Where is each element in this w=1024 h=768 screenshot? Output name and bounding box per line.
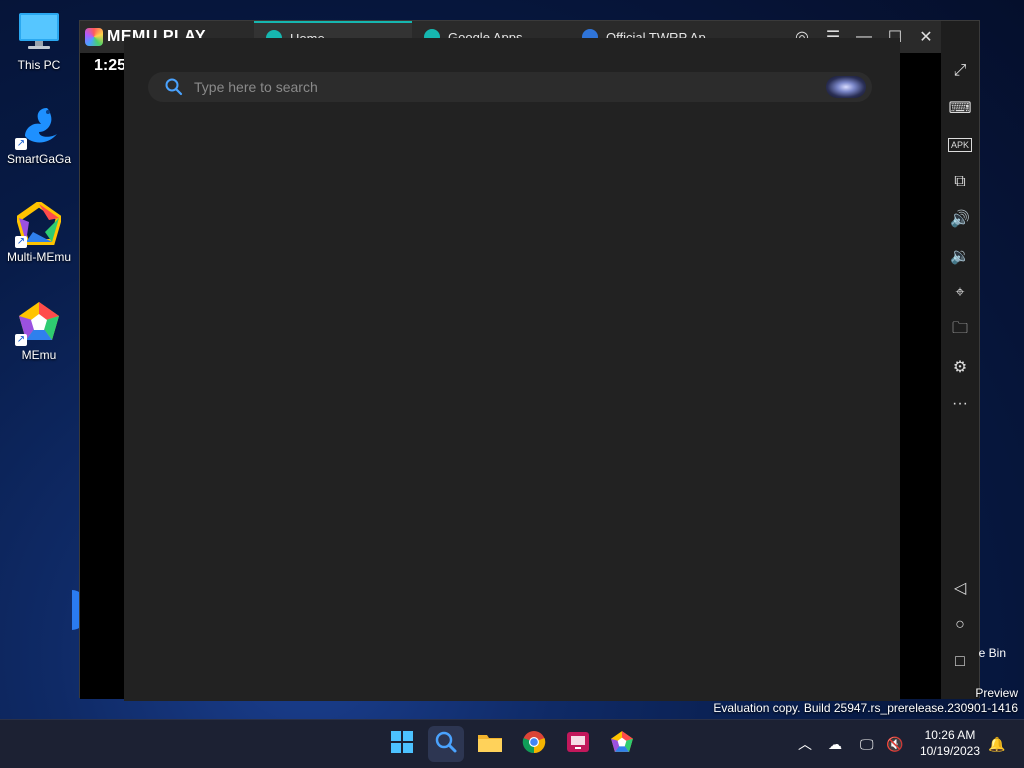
clock-date: 10/19/2023	[919, 744, 980, 758]
home-button[interactable]: ○	[941, 610, 979, 640]
shared-folder-button[interactable]: 🗀	[941, 315, 979, 345]
network-button[interactable]: 🖵	[860, 720, 874, 768]
clock-time: 10:26 AM	[924, 728, 976, 742]
home-circle-icon: ○	[955, 616, 965, 633]
right-toolbar: ⤢ ⌨ APK ⧉ 🔊 🔉 ⌖ 🗀 ⚙ ··· ◁ ○ □	[941, 21, 979, 699]
taskbar-clock[interactable]: 10:26 AM 10/19/2023	[920, 727, 980, 759]
volume-button[interactable]: 🔇	[886, 720, 903, 768]
video-app-icon	[566, 731, 590, 758]
chevron-up-icon: ︿	[798, 736, 812, 752]
desktop-icon-this-pc[interactable]: This PC	[4, 10, 74, 72]
windows-logo-icon	[390, 730, 414, 759]
keyboard-icon: ⌨	[948, 100, 972, 117]
more-dots-icon: ···	[952, 395, 968, 412]
settings-button[interactable]: ⚙	[941, 352, 979, 382]
cloud-icon: ☁	[828, 735, 842, 752]
taskbar: ︿ ☁ 🖵 🔇 10:26 AM 10/19/2023 🔔	[0, 719, 1024, 768]
swan-icon: ↗	[15, 104, 61, 150]
file-explorer-button[interactable]	[472, 726, 508, 762]
taskbar-search-button[interactable]	[428, 726, 464, 762]
start-button[interactable]	[384, 726, 420, 762]
search-icon	[164, 77, 184, 97]
shortcut-arrow-icon: ↗	[15, 236, 27, 248]
chrome-button[interactable]	[516, 726, 552, 762]
chrome-icon	[522, 730, 546, 759]
search-input[interactable]	[192, 78, 826, 96]
recents-button[interactable]: □	[941, 647, 979, 677]
folder-icon: 🗀	[951, 319, 968, 337]
shortcut-arrow-icon: ↗	[15, 334, 27, 346]
multi-memu-icon: ↗	[15, 200, 63, 248]
volume-up-button[interactable]: 🔊	[941, 204, 979, 234]
memu-icon: ↗	[15, 300, 61, 346]
desktop-icon-label: SmartGaGa	[6, 152, 72, 166]
desktop-icon-label: This PC	[17, 58, 61, 72]
keyboard-button[interactable]: ⌨	[941, 93, 979, 123]
search-icon	[434, 730, 458, 759]
back-button[interactable]: ◁	[941, 573, 979, 603]
install-apk-button[interactable]: APK	[941, 130, 979, 160]
desktop-icon-label: MEmu	[21, 348, 57, 362]
bell-icon: 🔔	[988, 735, 1006, 752]
media-app-button[interactable]	[560, 726, 596, 762]
shortcut-arrow-icon: ↗	[15, 138, 27, 150]
desktop-icon-memu[interactable]: ↗ MEmu	[4, 300, 74, 362]
location-button[interactable]: ⌖	[941, 278, 979, 308]
apk-icon: APK	[947, 138, 972, 152]
copy-window-icon: ⧉	[954, 173, 966, 190]
back-triangle-icon: ◁	[953, 580, 967, 597]
desktop-icon-multi-memu[interactable]: ↗ Multi-MEmu	[4, 200, 74, 264]
desktop-icon-smartgaga[interactable]: ↗ SmartGaGa	[4, 104, 74, 166]
monitor-icon	[17, 10, 61, 54]
volume-down-icon: 🔉	[950, 248, 970, 265]
memu-logo-icon	[85, 28, 103, 46]
recents-square-icon: □	[955, 653, 965, 670]
desktop-icon-label: Multi-MEmu	[6, 250, 71, 264]
recycle-bin-label: e Bin	[978, 646, 1006, 660]
volume-muted-icon: 🔇	[886, 735, 904, 752]
notifications-button[interactable]: 🔔	[988, 720, 1005, 768]
more-button[interactable]: ···	[941, 389, 979, 419]
volume-up-icon: 🔊	[950, 211, 970, 228]
fullscreen-icon: ⤢	[953, 62, 967, 79]
gear-icon: ⚙	[952, 359, 968, 376]
memu-icon	[610, 730, 634, 759]
close-button[interactable]: ✕	[911, 21, 941, 53]
watermark-preview: Preview	[975, 686, 1018, 700]
close-icon: ✕	[919, 29, 933, 46]
watermark-build: Evaluation copy. Build 25947.rs_prerelea…	[713, 701, 1018, 715]
search-bar[interactable]	[148, 72, 872, 102]
folder-icon	[477, 731, 503, 758]
network-icon: 🖵	[860, 735, 874, 752]
fullscreen-button[interactable]: ⤢	[941, 56, 979, 86]
status-time: 1:25	[94, 57, 127, 74]
memu-taskbar-button[interactable]	[604, 726, 640, 762]
onedrive-button[interactable]: ☁	[828, 720, 842, 768]
volume-down-button[interactable]: 🔉	[941, 241, 979, 271]
search-overlay	[124, 38, 900, 701]
location-pin-icon: ⌖	[955, 284, 965, 301]
multi-window-button[interactable]: ⧉	[941, 167, 979, 197]
galaxy-image	[826, 76, 866, 98]
show-hidden-icons-button[interactable]: ︿	[798, 720, 812, 768]
